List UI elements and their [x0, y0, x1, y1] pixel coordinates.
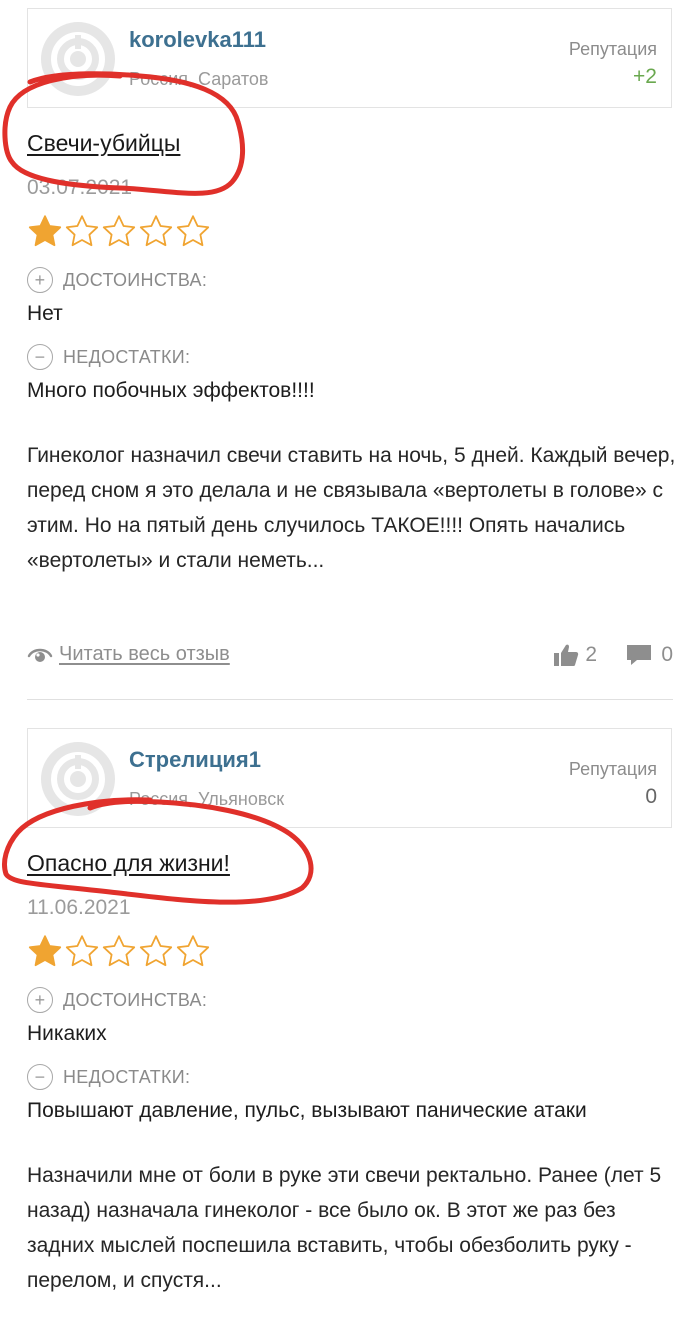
- cons-label-text: НЕДОСТАТКИ:: [63, 1066, 191, 1087]
- like-button[interactable]: 2: [553, 643, 597, 667]
- review-title[interactable]: Свечи-убийцы: [27, 130, 180, 157]
- review-footer: Читать весь отзыв 2 0: [27, 643, 673, 673]
- star-empty-icon: [176, 215, 210, 247]
- star-empty-icon: [139, 935, 173, 967]
- eye-icon: [27, 648, 53, 662]
- star-empty-icon: [176, 935, 210, 967]
- plus-circle-icon: +: [27, 267, 53, 293]
- cons-text: Повышают давление, пульс, вызывают панич…: [27, 1099, 587, 1122]
- star-empty-icon: [65, 215, 99, 247]
- pros-label: + ДОСТОИНСТВА:: [27, 267, 207, 293]
- pros-label-text: ДОСТОИНСТВА:: [63, 989, 208, 1010]
- star-empty-icon: [102, 935, 136, 967]
- reputation-value: 0: [645, 785, 657, 808]
- pros-label: + ДОСТОИНСТВА:: [27, 987, 207, 1013]
- minus-circle-icon: −: [27, 344, 53, 370]
- author-box: Стрелиция1 Россия, Ульяновск Репутация 0: [27, 728, 672, 828]
- avatar[interactable]: [41, 742, 115, 816]
- read-full-review-text: Читать весь отзыв: [59, 643, 230, 665]
- cons-label-text: НЕДОСТАТКИ:: [63, 346, 191, 367]
- plus-circle-icon: +: [27, 987, 53, 1013]
- pros-label-text: ДОСТОИНСТВА:: [63, 269, 208, 290]
- comment-icon: [627, 645, 652, 665]
- author-name[interactable]: Стрелиция1: [129, 747, 261, 773]
- star-empty-icon: [102, 215, 136, 247]
- star-empty-icon: [139, 215, 173, 247]
- review-body: Назначили мне от боли в руке эти свечи р…: [27, 1164, 662, 1292]
- author-box: korolevka111 Россия, Саратов Репутация +…: [27, 8, 672, 108]
- thumbs-up-icon: [554, 644, 579, 666]
- comments-count: 0: [661, 643, 673, 666]
- divider: [27, 699, 673, 700]
- author-name[interactable]: korolevka111: [129, 27, 266, 53]
- review-title[interactable]: Опасно для жизни!: [27, 850, 230, 877]
- comments-button[interactable]: 0: [625, 643, 673, 667]
- reputation-label: Репутация: [568, 39, 657, 59]
- pros-text: Нет: [27, 302, 63, 325]
- star-empty-icon: [65, 935, 99, 967]
- cons-label: − НЕДОСТАТКИ:: [27, 1064, 190, 1090]
- pros-text: Никаких: [27, 1022, 107, 1045]
- review-date: 03.07.2021: [27, 176, 133, 199]
- reputation-value: +2: [633, 65, 657, 88]
- likes-count: 2: [585, 643, 597, 666]
- star-filled-icon: [28, 935, 62, 967]
- default-avatar-icon: [51, 32, 105, 86]
- reputation-label: Репутация: [568, 759, 657, 779]
- cons-label: − НЕДОСТАТКИ:: [27, 344, 190, 370]
- minus-circle-icon: −: [27, 1064, 53, 1090]
- rating-stars: [27, 934, 211, 968]
- star-filled-icon: [28, 215, 62, 247]
- default-avatar-icon: [51, 752, 105, 806]
- review-body: Гинеколог назначил свечи ставить на ночь…: [27, 444, 676, 572]
- rating-stars: [27, 214, 211, 248]
- author-location: Россия, Саратов: [129, 69, 269, 89]
- review-date: 11.06.2021: [27, 896, 131, 919]
- author-location: Россия, Ульяновск: [129, 789, 285, 809]
- read-full-review-link[interactable]: Читать весь отзыв: [27, 643, 230, 666]
- cons-text: Много побочных эффектов!!!!: [27, 379, 315, 402]
- avatar[interactable]: [41, 22, 115, 96]
